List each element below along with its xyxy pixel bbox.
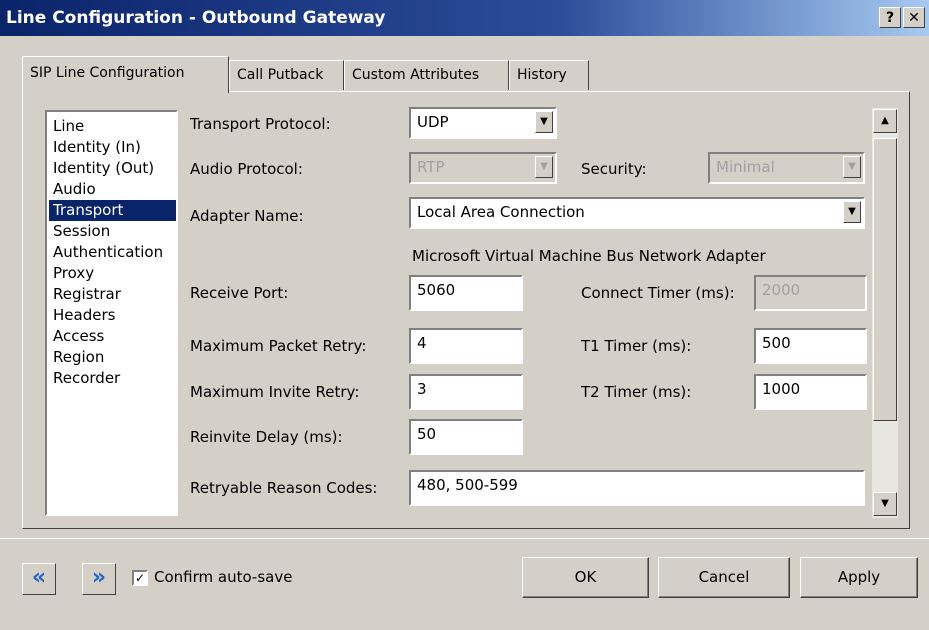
max-packet-retry-label: Maximum Packet Retry: — [190, 337, 367, 355]
adapter-name-value: Local Area Connection — [417, 203, 585, 221]
scrollbar-thumb[interactable] — [873, 138, 897, 421]
section-item-session[interactable]: Session — [49, 221, 176, 242]
apply-button[interactable]: Apply — [800, 557, 918, 598]
title-bar[interactable]: Line Configuration - Outbound Gateway ? … — [0, 0, 929, 36]
audio-protocol-label: Audio Protocol: — [190, 160, 303, 178]
retryable-codes-label: Retryable Reason Codes: — [190, 479, 378, 497]
section-item-recorder[interactable]: Recorder — [49, 368, 176, 389]
t2-timer-label: T2 Timer (ms): — [581, 383, 692, 401]
section-item-identity-in[interactable]: Identity (In) — [49, 137, 176, 158]
close-button[interactable]: ✕ — [903, 7, 925, 28]
tab-sip-line-configuration[interactable]: SIP Line Configuration — [22, 56, 229, 93]
security-label: Security: — [581, 160, 647, 178]
section-item-proxy[interactable]: Proxy — [49, 263, 176, 284]
section-item-authentication[interactable]: Authentication — [49, 242, 176, 263]
max-invite-retry-input[interactable]: 3 — [409, 374, 523, 410]
confirm-autosave-checkbox[interactable]: ✓ — [132, 570, 148, 586]
section-item-region[interactable]: Region — [49, 347, 176, 368]
chevron-down-icon: ▼ — [843, 156, 861, 178]
tab-call-putback[interactable]: Call Putback — [229, 60, 344, 90]
previous-button[interactable]: « — [22, 563, 56, 595]
audio-protocol-select: RTP ▼ — [409, 152, 557, 184]
connect-timer-label: Connect Timer (ms): — [581, 284, 735, 302]
max-packet-retry-input[interactable]: 4 — [409, 328, 523, 364]
adapter-description: Microsoft Virtual Machine Bus Network Ad… — [412, 247, 766, 265]
max-invite-retry-label: Maximum Invite Retry: — [190, 383, 360, 401]
transport-protocol-value: UDP — [417, 113, 449, 131]
transport-protocol-label: Transport Protocol: — [190, 115, 331, 133]
double-chevron-left-icon: « — [31, 565, 47, 590]
reinvite-delay-input[interactable]: 50 — [409, 419, 523, 455]
security-value: Minimal — [716, 158, 775, 176]
section-item-registrar[interactable]: Registrar — [49, 284, 176, 305]
chevron-down-icon: ▼ — [535, 156, 553, 178]
t1-timer-input[interactable]: 500 — [754, 328, 867, 364]
window-title: Line Configuration - Outbound Gateway — [6, 8, 386, 28]
chevron-down-icon[interactable]: ▼ — [535, 111, 553, 133]
section-item-headers[interactable]: Headers — [49, 305, 176, 326]
receive-port-label: Receive Port: — [190, 284, 289, 302]
section-item-identity-out[interactable]: Identity (Out) — [49, 158, 176, 179]
audio-protocol-value: RTP — [417, 158, 445, 176]
t2-timer-input[interactable]: 1000 — [754, 374, 867, 410]
help-button[interactable]: ? — [879, 7, 901, 28]
ok-button[interactable]: OK — [522, 557, 649, 598]
transport-protocol-select[interactable]: UDP ▼ — [409, 107, 557, 139]
retryable-codes-input[interactable]: 480, 500-599 — [409, 470, 865, 506]
adapter-name-select[interactable]: Local Area Connection ▼ — [409, 197, 865, 229]
footer-divider — [0, 538, 929, 539]
section-item-audio[interactable]: Audio — [49, 179, 176, 200]
scroll-down-icon[interactable]: ▼ — [873, 492, 897, 516]
chevron-down-icon[interactable]: ▼ — [843, 201, 861, 223]
section-item-line[interactable]: Line — [49, 116, 176, 137]
t1-timer-label: T1 Timer (ms): — [581, 337, 692, 355]
tab-history[interactable]: History — [509, 60, 589, 90]
receive-port-input[interactable]: 5060 — [409, 275, 523, 311]
vertical-scrollbar[interactable]: ▲ ▼ — [872, 108, 898, 518]
cancel-button[interactable]: Cancel — [658, 557, 790, 598]
adapter-name-label: Adapter Name: — [190, 207, 304, 225]
double-chevron-right-icon: » — [91, 565, 107, 590]
section-item-access[interactable]: Access — [49, 326, 176, 347]
reinvite-delay-label: Reinvite Delay (ms): — [190, 428, 343, 446]
connect-timer-input: 2000 — [754, 275, 867, 311]
section-item-transport[interactable]: Transport — [49, 200, 176, 221]
scroll-up-icon[interactable]: ▲ — [873, 109, 897, 133]
tab-custom-attributes[interactable]: Custom Attributes — [344, 60, 509, 90]
next-button[interactable]: » — [82, 563, 116, 595]
section-list[interactable]: Line Identity (In) Identity (Out) Audio … — [45, 110, 178, 516]
security-select: Minimal ▼ — [708, 152, 865, 184]
confirm-autosave-label[interactable]: Confirm auto-save — [154, 568, 292, 586]
